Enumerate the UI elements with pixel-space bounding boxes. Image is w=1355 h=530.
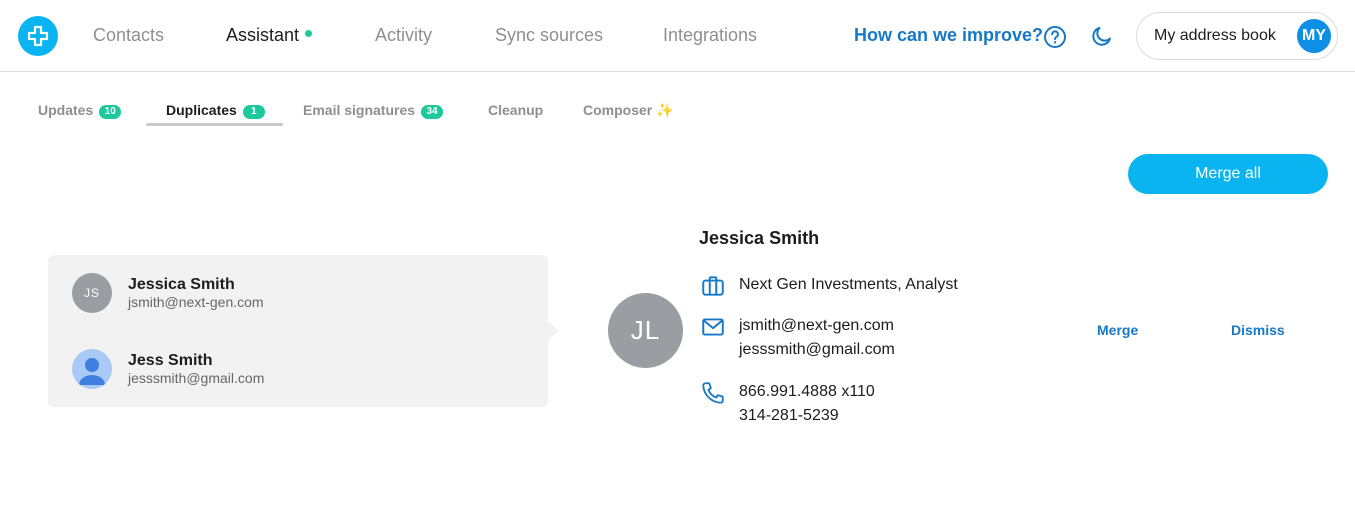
list-item[interactable]: JS Jessica Smith jsmith@next-gen.com [48, 265, 548, 325]
address-book-selector[interactable]: My address book MY [1136, 12, 1338, 60]
tab-composer-label: Composer [583, 102, 653, 118]
phone-value: 866.991.4888 x110 [739, 383, 875, 400]
feedback-link[interactable]: How can we improve? [854, 24, 1043, 46]
person-icon [79, 358, 105, 385]
email-value: jsmith@next-gen.com [739, 317, 894, 334]
nav-sync-sources[interactable]: Sync sources [495, 24, 603, 46]
dark-mode-icon[interactable] [1090, 24, 1114, 48]
logo-icon [27, 25, 49, 47]
email-value: jesssmith@gmail.com [739, 341, 895, 358]
tab-updates[interactable]: Updates 10 [38, 101, 122, 119]
merge-all-button[interactable]: Merge all [1128, 154, 1328, 194]
dismiss-button[interactable]: Dismiss [1231, 322, 1285, 338]
tab-duplicates-label: Duplicates [166, 102, 237, 118]
tab-email-signatures-label: Email signatures [303, 102, 416, 118]
contact-email: jesssmith@gmail.com [128, 370, 265, 386]
notification-dot [305, 30, 313, 37]
help-icon[interactable] [1043, 25, 1067, 49]
nav-integrations[interactable]: Integrations [663, 24, 757, 46]
count-badge: 1 [242, 105, 265, 119]
count-badge: 34 [421, 105, 444, 119]
company-title: Next Gen Investments, Analyst [739, 276, 958, 293]
tab-email-signatures[interactable]: Email signatures 34 [303, 101, 444, 119]
address-book-label: My address book [1154, 27, 1276, 44]
active-tab-indicator [146, 123, 283, 126]
briefcase-icon [702, 276, 724, 296]
merged-contact-name: Jessica Smith [699, 228, 820, 248]
nav-contacts[interactable]: Contacts [93, 24, 164, 46]
sparkles-icon: ✨ [656, 102, 674, 118]
contact-email: jsmith@next-gen.com [128, 294, 264, 310]
phone-value: 314-281-5239 [739, 407, 839, 424]
tab-cleanup[interactable]: Cleanup [488, 101, 543, 119]
merge-button[interactable]: Merge [1097, 322, 1138, 338]
contact-name: Jess Smith [128, 352, 213, 369]
tab-updates-label: Updates [38, 102, 94, 118]
avatar: MY [1297, 19, 1331, 53]
contact-name: Jessica Smith [128, 276, 235, 293]
avatar: JS [72, 273, 112, 313]
count-badge: 10 [99, 105, 122, 119]
top-navigation: Contacts Assistant Activity Sync sources… [0, 0, 1355, 72]
phone-icon [702, 382, 724, 404]
mail-icon [702, 318, 724, 336]
app-logo[interactable] [18, 16, 58, 56]
avatar [72, 349, 112, 389]
tab-duplicates[interactable]: Duplicates 1 [166, 101, 265, 119]
nav-activity[interactable]: Activity [375, 24, 432, 46]
nav-assistant-label: Assistant [226, 25, 300, 45]
list-item[interactable]: Jess Smith jesssmith@gmail.com [48, 341, 548, 401]
duplicates-list: JS Jessica Smith jsmith@next-gen.com Jes… [48, 255, 558, 407]
nav-assistant[interactable]: Assistant [226, 24, 313, 46]
tab-composer[interactable]: Composer ✨ [583, 101, 674, 119]
merged-avatar: JL [608, 293, 683, 368]
